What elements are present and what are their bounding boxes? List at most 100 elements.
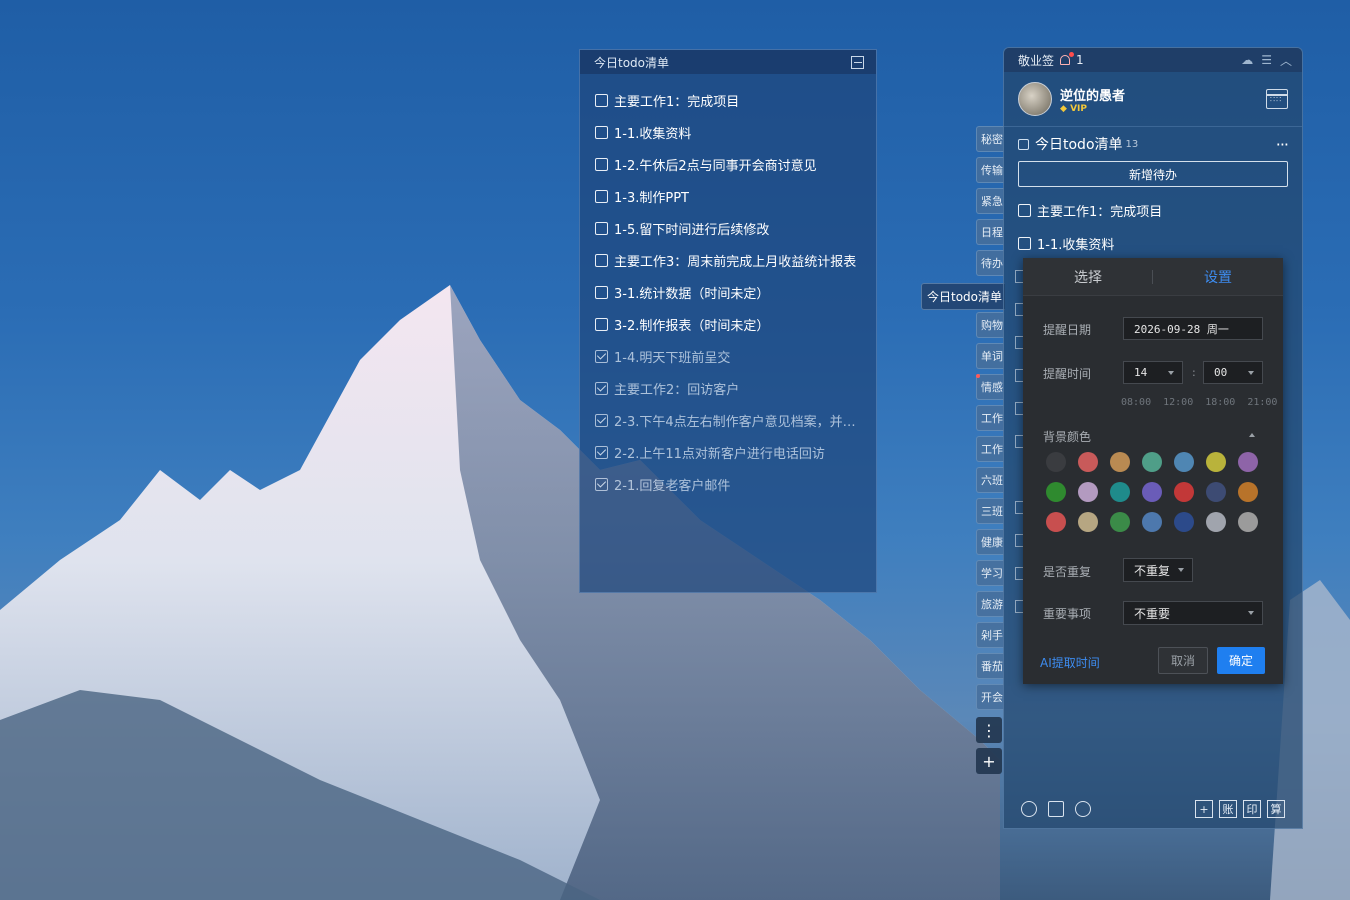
color-swatch[interactable] bbox=[1238, 452, 1258, 472]
confirm-button[interactable]: 确定 bbox=[1217, 647, 1265, 674]
note-todo-item[interactable]: 3-2.制作报表（时间未定） bbox=[580, 308, 876, 340]
color-swatch[interactable] bbox=[1142, 482, 1162, 502]
checklist-icon[interactable] bbox=[1048, 801, 1064, 817]
checked-checkbox[interactable] bbox=[595, 413, 608, 427]
checkbox[interactable] bbox=[595, 221, 608, 235]
side-tab[interactable]: 剁手 bbox=[976, 622, 1004, 648]
side-tab[interactable]: 健康 bbox=[976, 529, 1004, 555]
color-swatch[interactable] bbox=[1206, 482, 1226, 502]
color-swatch[interactable] bbox=[1142, 512, 1162, 532]
side-tab[interactable]: 日程 bbox=[976, 219, 1004, 245]
side-tab[interactable]: 传输 bbox=[976, 157, 1004, 183]
quick-time-option[interactable]: 12:00 bbox=[1163, 397, 1193, 408]
side-tab[interactable]: 旅游 bbox=[976, 591, 1004, 617]
note-todo-item[interactable]: 3-1.统计数据（时间未定） bbox=[580, 276, 876, 308]
color-swatch[interactable] bbox=[1110, 452, 1130, 472]
color-swatch[interactable] bbox=[1174, 512, 1194, 532]
add-box-icon[interactable]: + bbox=[1195, 800, 1213, 818]
panel-todo-item[interactable]: 1-1.收集资料 bbox=[1004, 227, 1302, 260]
checkbox[interactable] bbox=[1018, 237, 1031, 250]
exit-icon[interactable] bbox=[851, 55, 864, 69]
note-todo-item[interactable]: 1-1.收集资料 bbox=[580, 116, 876, 148]
checkbox[interactable] bbox=[1018, 204, 1031, 217]
print-box-icon[interactable]: 印 bbox=[1243, 800, 1261, 818]
checkbox[interactable] bbox=[595, 253, 608, 267]
color-swatch[interactable] bbox=[1206, 452, 1226, 472]
add-tab-button[interactable]: + bbox=[976, 748, 1002, 774]
checkbox[interactable] bbox=[595, 93, 608, 107]
side-tab-active[interactable]: 今日todo清单 bbox=[921, 283, 1005, 310]
side-tab[interactable]: 待办 bbox=[976, 250, 1004, 276]
bell-icon[interactable] bbox=[1060, 52, 1075, 65]
side-tab[interactable]: 番茄 bbox=[976, 653, 1004, 679]
note-todo-item[interactable]: 1-2.午休后2点与同事开会商讨意见 bbox=[580, 148, 876, 180]
side-tab[interactable]: 情感 bbox=[976, 374, 1004, 400]
color-swatch[interactable] bbox=[1174, 452, 1194, 472]
note-todo-item[interactable]: 主要工作2：回访客户 bbox=[580, 372, 876, 404]
color-swatch[interactable] bbox=[1046, 512, 1066, 532]
avatar[interactable] bbox=[1018, 82, 1052, 116]
checkbox[interactable] bbox=[595, 317, 608, 331]
side-tab[interactable]: 工作 bbox=[976, 405, 1004, 431]
hour-select[interactable]: 14 bbox=[1123, 361, 1183, 384]
side-tab[interactable]: 购物 bbox=[976, 312, 1004, 338]
chevron-up-icon[interactable] bbox=[1249, 433, 1255, 437]
checked-checkbox[interactable] bbox=[595, 445, 608, 459]
user-profile[interactable]: 逆位的愚者 ◆ VIP bbox=[1004, 72, 1302, 127]
add-todo-button[interactable]: 新增待办 bbox=[1018, 161, 1288, 187]
search-icon[interactable] bbox=[1075, 801, 1091, 817]
note-todo-item[interactable]: 2-3.下午4点左右制作客户意见档案，并交... bbox=[580, 404, 876, 436]
repeat-select[interactable]: 不重复 bbox=[1123, 558, 1193, 582]
note-todo-item[interactable]: 1-3.制作PPT bbox=[580, 180, 876, 212]
panel-todo-item[interactable]: 主要工作1：完成项目 bbox=[1004, 194, 1302, 227]
menu-icon[interactable]: ☰ bbox=[1261, 53, 1272, 67]
checkbox[interactable] bbox=[595, 125, 608, 139]
checkbox[interactable] bbox=[595, 285, 608, 299]
checked-checkbox[interactable] bbox=[595, 381, 608, 395]
tab-settings[interactable]: 设置 bbox=[1153, 258, 1283, 295]
side-tab[interactable]: 学习 bbox=[976, 560, 1004, 586]
tab-select[interactable]: 选择 bbox=[1023, 258, 1153, 295]
chevron-up-icon[interactable]: ︿ bbox=[1280, 52, 1292, 69]
note-todo-item[interactable]: 1-4.明天下班前呈交 bbox=[580, 340, 876, 372]
note-todo-item[interactable]: 主要工作3：周末前完成上月收益统计报表 bbox=[580, 244, 876, 276]
color-swatch[interactable] bbox=[1142, 452, 1162, 472]
side-tab[interactable]: 工作 bbox=[976, 436, 1004, 462]
color-swatch[interactable] bbox=[1078, 482, 1098, 502]
checked-checkbox[interactable] bbox=[595, 349, 608, 363]
checked-checkbox[interactable] bbox=[595, 477, 608, 491]
side-tab[interactable]: 开会 bbox=[976, 684, 1004, 710]
color-swatch[interactable] bbox=[1046, 452, 1066, 472]
color-swatch[interactable] bbox=[1238, 482, 1258, 502]
side-tab[interactable]: 三班 bbox=[976, 498, 1004, 524]
color-swatch[interactable] bbox=[1238, 512, 1258, 532]
note-todo-item[interactable]: 主要工作1：完成项目 bbox=[580, 84, 876, 116]
calendar-icon[interactable] bbox=[1266, 89, 1288, 109]
important-select[interactable]: 不重要 bbox=[1123, 601, 1263, 625]
more-tabs-button[interactable]: ⋮ bbox=[976, 717, 1002, 743]
color-swatch[interactable] bbox=[1110, 482, 1130, 502]
side-tab[interactable]: 紧急 bbox=[976, 188, 1004, 214]
quick-time-option[interactable]: 08:00 bbox=[1121, 397, 1151, 408]
color-swatch[interactable] bbox=[1078, 452, 1098, 472]
quick-time-option[interactable]: 21:00 bbox=[1247, 397, 1277, 408]
color-swatch[interactable] bbox=[1110, 512, 1130, 532]
color-swatch[interactable] bbox=[1174, 482, 1194, 502]
note-todo-item[interactable]: 2-2.上午11点对新客户进行电话回访 bbox=[580, 436, 876, 468]
cancel-button[interactable]: 取消 bbox=[1158, 647, 1208, 674]
date-field[interactable]: 2026-09-28 周一 bbox=[1123, 317, 1263, 340]
color-swatch[interactable] bbox=[1206, 512, 1226, 532]
ai-extract-time-link[interactable]: AI提取时间 bbox=[1040, 654, 1100, 671]
note-todo-item[interactable]: 1-5.留下时间进行后续修改 bbox=[580, 212, 876, 244]
calculator-box-icon[interactable]: 算 bbox=[1267, 800, 1285, 818]
cloud-sync-icon[interactable]: ☁ bbox=[1241, 53, 1253, 67]
checkbox[interactable] bbox=[595, 189, 608, 203]
clock-icon[interactable] bbox=[1021, 801, 1037, 817]
color-swatch[interactable] bbox=[1046, 482, 1066, 502]
ledger-box-icon[interactable]: 账 bbox=[1219, 800, 1237, 818]
side-tab[interactable]: 六班 bbox=[976, 467, 1004, 493]
note-todo-item[interactable]: 2-1.回复老客户邮件 bbox=[580, 468, 876, 500]
more-options-icon[interactable]: ··· bbox=[1276, 135, 1289, 154]
side-tab[interactable]: 秘密 bbox=[976, 126, 1004, 152]
color-swatch[interactable] bbox=[1078, 512, 1098, 532]
